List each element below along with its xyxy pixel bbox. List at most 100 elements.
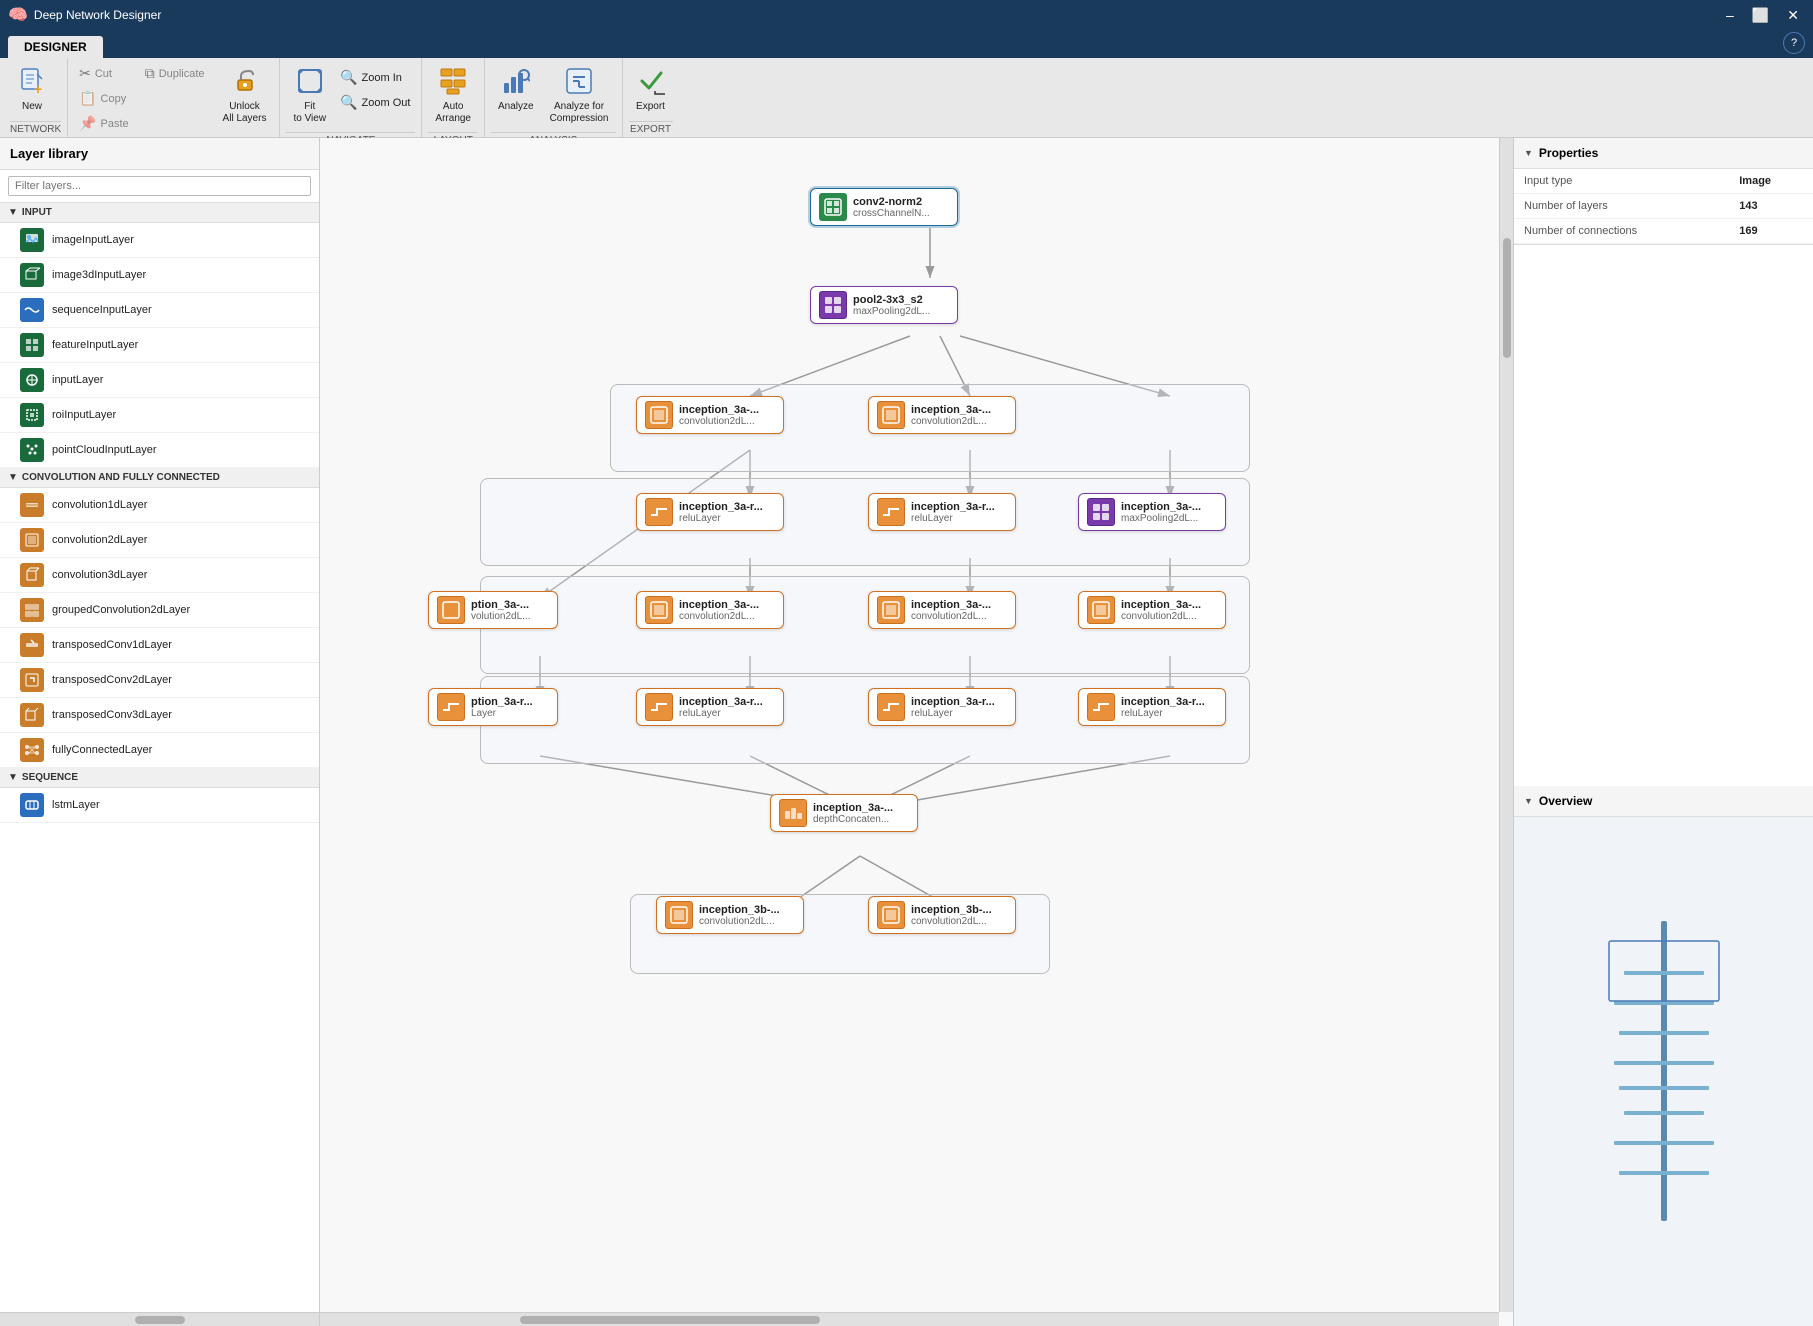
- auto-arrange-button[interactable]: AutoArrange: [428, 62, 478, 130]
- node-pool2[interactable]: pool2-3x3_s2 maxPooling2dL...: [810, 286, 958, 324]
- layer-featureInputLayer[interactable]: featureInputLayer: [0, 328, 319, 363]
- layer-sequenceInputLayer[interactable]: sequenceInputLayer: [0, 293, 319, 328]
- layer-lstmLayer[interactable]: lstmLayer: [0, 788, 319, 823]
- close-button[interactable]: ✕: [1781, 5, 1805, 26]
- layer-lstmLayer-icon: [20, 793, 44, 817]
- category-input[interactable]: ▼ INPUT: [0, 203, 319, 223]
- tab-designer[interactable]: DESIGNER: [8, 36, 103, 58]
- canvas-scroll-x[interactable]: [320, 1312, 1499, 1326]
- ribbon-group-build-content: ✂ Cut 📋 Copy 📌 Paste ⧉ Duplicate: [74, 62, 273, 135]
- fit-to-view-button[interactable]: Fitto View: [286, 62, 333, 130]
- export-button[interactable]: Export: [629, 62, 673, 118]
- node-inc3a-conv2[interactable]: inception_3a-... convolution2dL...: [868, 396, 1016, 434]
- node-inc3a-conv4-info: inception_3a-... convolution2dL...: [911, 599, 991, 622]
- node-inc3a-conv3[interactable]: inception_3a-... convolution2dL...: [636, 591, 784, 629]
- node-inc3b-conv1-type: convolution2dL...: [699, 916, 780, 927]
- node-inc3a-pool-name: inception_3a-...: [1121, 501, 1201, 513]
- canvas-scroll-y[interactable]: [1499, 138, 1513, 1312]
- layer-inputLayer[interactable]: inputLayer: [0, 363, 319, 398]
- layer-convolution1dLayer-label: convolution1dLayer: [52, 499, 147, 511]
- layer-transposedConv3dLayer[interactable]: transposedConv3dLayer: [0, 698, 319, 733]
- node-inc3a-relu5-type: reluLayer: [1121, 708, 1205, 719]
- analyze-button[interactable]: Analyze: [491, 62, 541, 118]
- analyze-compression-button[interactable]: Analyze forCompression: [543, 62, 616, 130]
- layer-transposedConv2dLayer[interactable]: transposedConv2dLayer: [0, 663, 319, 698]
- canvas-scroll[interactable]: conv2-norm2 crossChannelN... pool2-3x3_s…: [320, 138, 1513, 1326]
- layer-pointCloudInputLayer[interactable]: pointCloudInputLayer: [0, 433, 319, 468]
- layer-convolution1dLayer[interactable]: convolution1dLayer: [0, 488, 319, 523]
- minimize-button[interactable]: –: [1720, 5, 1740, 26]
- node-conv2-norm2-name: conv2-norm2: [853, 196, 930, 208]
- layer-inputLayer-icon: [20, 368, 44, 392]
- category-conv-label: CONVOLUTION AND FULLY CONNECTED: [22, 472, 220, 483]
- cut-button[interactable]: ✂ Cut: [74, 62, 134, 85]
- paste-button[interactable]: 📌 Paste: [74, 112, 134, 135]
- node-inc3a-conv-clipped[interactable]: ption_3a-... volution2dL...: [428, 591, 558, 629]
- node-inc3a-relu2[interactable]: inception_3a-r... reluLayer: [868, 493, 1016, 531]
- node-conv2-norm2[interactable]: conv2-norm2 crossChannelN...: [810, 188, 958, 226]
- node-inc3b-conv2[interactable]: inception_3b-... convolution2dL...: [868, 896, 1016, 934]
- layer-image3dInputLayer[interactable]: image3dInputLayer: [0, 258, 319, 293]
- category-sequence-items: lstmLayer: [0, 788, 319, 823]
- node-inc3a-relu5-icon: [1087, 693, 1115, 721]
- layer-imageInputLayer[interactable]: imageInputLayer: [0, 223, 319, 258]
- node-inc3a-relu4-icon: [877, 693, 905, 721]
- layer-groupedConvolution2dLayer[interactable]: groupedConvolution2dLayer: [0, 593, 319, 628]
- layer-transposedConv1dLayer[interactable]: transposedConv1dLayer: [0, 628, 319, 663]
- node-inc3b-conv1-name: inception_3b-...: [699, 904, 780, 916]
- layer-convolution3dLayer[interactable]: convolution3dLayer: [0, 558, 319, 593]
- properties-header[interactable]: ▼ Properties: [1514, 138, 1813, 169]
- zoom-group: 🔍 Zoom In 🔍 Zoom Out: [335, 62, 415, 114]
- zoom-out-button[interactable]: 🔍 Zoom Out: [335, 91, 415, 114]
- ribbon-group-export: Export EXPORT: [623, 58, 679, 137]
- node-inc3a-relu4[interactable]: inception_3a-r... reluLayer: [868, 688, 1016, 726]
- unlock-label: UnlockAll Layers: [223, 101, 267, 125]
- property-key-input-type: Input type: [1514, 169, 1729, 194]
- overview-header[interactable]: ▼ Overview: [1514, 786, 1813, 817]
- node-inc3a-conv4[interactable]: inception_3a-... convolution2dL...: [868, 591, 1016, 629]
- node-inc3a-depth[interactable]: inception_3a-... depthConcaten...: [770, 794, 918, 832]
- node-inc3a-conv1-info: inception_3a-... convolution2dL...: [679, 404, 759, 427]
- layer-convolution2dLayer[interactable]: convolution2dLayer: [0, 523, 319, 558]
- category-sequence[interactable]: ▼ SEQUENCE: [0, 768, 319, 788]
- filter-input[interactable]: [8, 176, 311, 196]
- copy-button[interactable]: 📋 Copy: [74, 87, 134, 110]
- category-sequence-expand-icon: ▼: [8, 772, 18, 783]
- help-button[interactable]: ?: [1783, 32, 1805, 54]
- fit-to-view-label: Fitto View: [293, 101, 326, 125]
- overview-title: Overview: [1539, 794, 1592, 808]
- duplicate-button[interactable]: ⧉ Duplicate: [140, 62, 210, 85]
- node-inc3a-conv5[interactable]: inception_3a-... convolution2dL...: [1078, 591, 1226, 629]
- node-inc3b-conv1[interactable]: inception_3b-... convolution2dL...: [656, 896, 804, 934]
- node-inc3a-pool[interactable]: inception_3a-... maxPooling2dL...: [1078, 493, 1226, 531]
- layer-fullyConnectedLayer[interactable]: fullyConnectedLayer: [0, 733, 319, 768]
- paste-label: Paste: [101, 118, 129, 130]
- unlock-button[interactable]: UnlockAll Layers: [216, 62, 274, 130]
- layer-image3dInputLayer-label: image3dInputLayer: [52, 269, 146, 281]
- node-inc3a-relu-clip[interactable]: ption_3a-r... Layer: [428, 688, 558, 726]
- node-inc3a-conv2-info: inception_3a-... convolution2dL...: [911, 404, 991, 427]
- node-inc3a-conv3-icon: [645, 596, 673, 624]
- node-inc3a-relu3[interactable]: inception_3a-r... reluLayer: [636, 688, 784, 726]
- node-inc3a-relu5[interactable]: inception_3a-r... reluLayer: [1078, 688, 1226, 726]
- category-conv[interactable]: ▼ CONVOLUTION AND FULLY CONNECTED: [0, 468, 319, 488]
- layer-featureInputLayer-icon: [20, 333, 44, 357]
- left-panel-scrollbar[interactable]: [0, 1312, 319, 1326]
- zoom-in-button[interactable]: 🔍 Zoom In: [335, 66, 415, 89]
- layer-featureInputLayer-label: featureInputLayer: [52, 339, 138, 351]
- node-inc3a-conv1[interactable]: inception_3a-... convolution2dL...: [636, 396, 784, 434]
- node-inc3a-relu-clip-info: ption_3a-r... Layer: [471, 696, 533, 719]
- maximize-button[interactable]: ⬜: [1746, 5, 1775, 26]
- property-key-num-connections: Number of connections: [1514, 219, 1729, 244]
- layer-transposedConv3dLayer-label: transposedConv3dLayer: [52, 709, 172, 721]
- overview-content[interactable]: [1514, 817, 1813, 1326]
- layer-roiInputLayer[interactable]: roiInputLayer: [0, 398, 319, 433]
- title-bar-left: 🧠 Deep Network Designer: [8, 5, 161, 25]
- layer-groupedConvolution2dLayer-icon: [20, 598, 44, 622]
- canvas-area[interactable]: conv2-norm2 crossChannelN... pool2-3x3_s…: [320, 138, 1513, 1326]
- node-inc3a-relu1[interactable]: inception_3a-r... reluLayer: [636, 493, 784, 531]
- node-inc3a-relu2-icon: [877, 498, 905, 526]
- layer-convolution2dLayer-icon: [20, 528, 44, 552]
- new-button[interactable]: + New: [10, 62, 54, 118]
- node-inc3a-conv2-name: inception_3a-...: [911, 404, 991, 416]
